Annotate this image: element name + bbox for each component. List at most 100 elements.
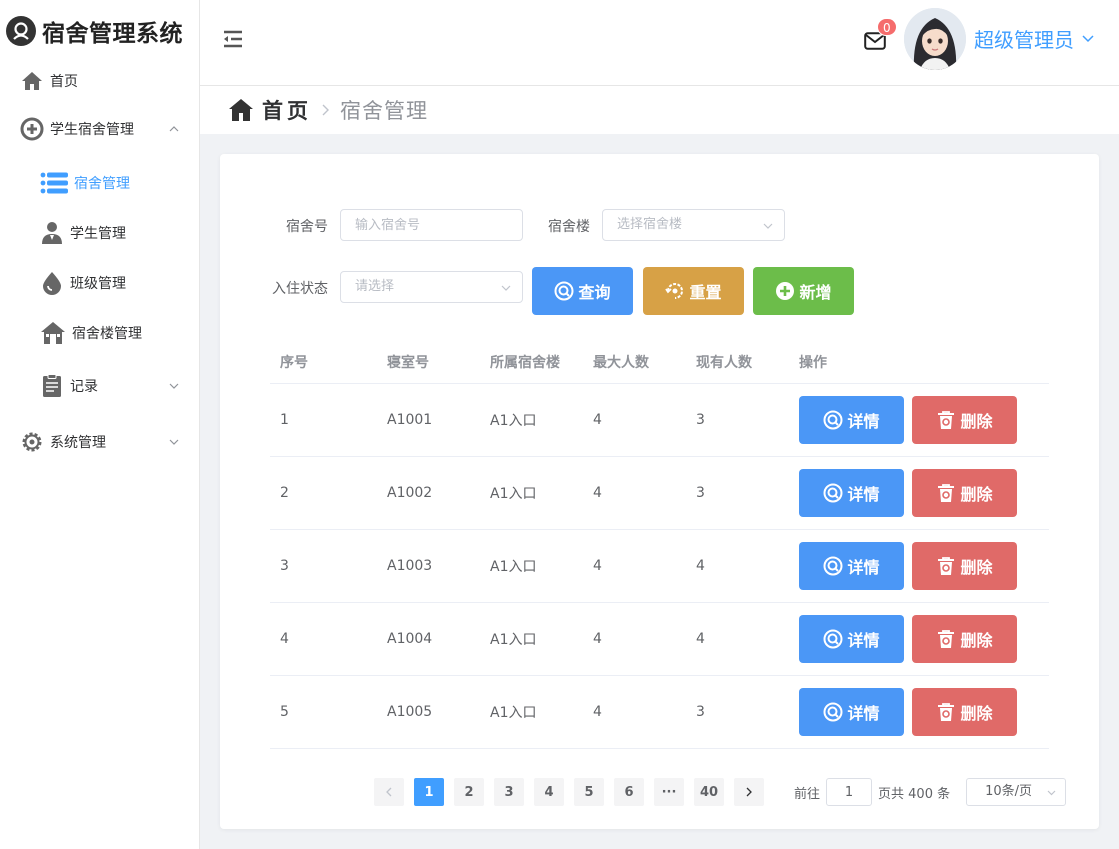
main-area: 宿舍号 宿舍楼 选择宿舍楼 入住状态 请选择 查询 重置 新增 序号 <box>200 134 1119 849</box>
cell-building: A1入口 <box>490 486 537 502</box>
page-button[interactable]: ··· <box>654 778 684 806</box>
plus-circle-icon <box>20 117 44 141</box>
page-button[interactable]: 1 <box>414 778 444 806</box>
search-icon <box>823 410 843 430</box>
sidebar-item-system[interactable]: 系统管理 <box>0 414 199 470</box>
cell-current: 4 <box>696 631 705 647</box>
cell-building: A1入口 <box>490 705 537 721</box>
prev-page-button[interactable] <box>374 778 404 806</box>
detail-button[interactable]: 详情 <box>799 615 904 663</box>
cell-index: 2 <box>280 485 289 501</box>
building-select[interactable]: 选择宿舍楼 <box>602 209 785 241</box>
detail-button[interactable]: 详情 <box>799 396 904 444</box>
cell-building: A1入口 <box>490 413 537 429</box>
search-icon <box>823 629 843 649</box>
document-icon <box>40 374 64 398</box>
sidebar-item-label: 学生宿舍管理 <box>50 122 134 138</box>
cell-room: A1001 <box>387 412 433 428</box>
trash-icon <box>938 630 955 648</box>
menu-fold-icon[interactable] <box>222 28 244 50</box>
dorm-table: 序号 寝室号 所属宿舍楼 最大人数 现有人数 操作 1 A1001 A1入口 4 3 详情… <box>270 340 1049 749</box>
cell-index: 1 <box>280 412 289 428</box>
page-button[interactable]: 2 <box>454 778 484 806</box>
total-text: 页共 400 条 <box>878 786 951 802</box>
delete-button[interactable]: 删除 <box>912 469 1017 517</box>
status-select[interactable]: 请选择 <box>340 271 523 303</box>
chevron-down-icon <box>169 383 179 389</box>
page-size-select[interactable]: 10条/页 <box>966 778 1067 806</box>
breadcrumb-home[interactable]: 首页 <box>262 95 312 125</box>
detail-button[interactable]: 详情 <box>799 542 904 590</box>
sidebar-item-dorm-management[interactable]: 宿舍管理 <box>0 158 199 208</box>
delete-button[interactable]: 删除 <box>912 396 1017 444</box>
goto-page-input[interactable] <box>826 778 873 806</box>
cell-room: A1003 <box>387 558 433 574</box>
detail-button[interactable]: 详情 <box>799 688 904 736</box>
detail-button-label: 详情 <box>847 704 880 723</box>
search-icon <box>823 556 843 576</box>
cell-current: 3 <box>696 704 705 720</box>
pagination: 123456 ··· 40 前往 页共 400 条 10条/页 <box>374 778 1067 806</box>
cell-current: 4 <box>696 558 705 574</box>
chevron-down-icon <box>1047 790 1056 796</box>
page-button[interactable]: 5 <box>574 778 604 806</box>
sidebar-item-label: 学生管理 <box>70 226 126 242</box>
delete-button[interactable]: 删除 <box>912 615 1017 663</box>
column-header: 寝室号 <box>387 354 429 371</box>
home-icon <box>229 99 253 121</box>
delete-button[interactable]: 删除 <box>912 542 1017 590</box>
cell-max: 4 <box>593 704 602 720</box>
breadcrumb-current: 宿舍管理 <box>340 99 428 123</box>
chevron-left-icon <box>386 787 392 797</box>
chevron-down-icon <box>763 223 773 229</box>
reset-button[interactable]: 重置 <box>643 267 744 315</box>
cell-max: 4 <box>593 412 602 428</box>
chevron-down-icon[interactable] <box>1081 31 1095 45</box>
column-header: 最大人数 <box>593 354 649 371</box>
detail-button[interactable]: 详情 <box>799 469 904 517</box>
sidebar-item-class-management[interactable]: 班级管理 <box>0 258 199 308</box>
search-icon <box>823 483 843 503</box>
chevron-down-icon <box>501 285 511 291</box>
username[interactable]: 超级管理员 <box>974 24 1074 53</box>
sidebar-item-records[interactable]: 记录 <box>0 358 199 414</box>
search-button[interactable]: 查询 <box>532 267 633 315</box>
user-icon <box>40 221 64 245</box>
top-header: 0 超级管理员 <box>200 0 1119 86</box>
cell-current: 3 <box>696 412 705 428</box>
avatar[interactable] <box>904 8 966 70</box>
delete-button[interactable]: 删除 <box>912 688 1017 736</box>
sidebar-item-student-management[interactable]: 学生管理 <box>0 208 199 258</box>
sidebar: 宿舍管理系统 首页 学生宿舍管理 宿舍管理 学生管理 班级管理 宿舍楼管理 记录… <box>0 0 200 849</box>
add-button[interactable]: 新增 <box>753 267 854 315</box>
page-button[interactable]: 40 <box>694 778 724 806</box>
gear-icon <box>20 430 44 454</box>
next-page-button[interactable] <box>734 778 764 806</box>
chevron-down-icon <box>169 439 179 445</box>
goto-label: 前往 <box>794 786 821 802</box>
sidebar-item-home[interactable]: 首页 <box>0 62 199 100</box>
cell-max: 4 <box>593 485 602 501</box>
cell-room: A1004 <box>387 631 433 647</box>
delete-button-label: 删除 <box>960 558 993 577</box>
content-card: 宿舍号 宿舍楼 选择宿舍楼 入住状态 请选择 查询 重置 新增 序号 <box>220 154 1099 829</box>
page-button[interactable]: 4 <box>534 778 564 806</box>
notification-badge: 0 <box>877 18 897 36</box>
room-input[interactable] <box>340 209 523 241</box>
table-row: 1 A1001 A1入口 4 3 详情 删除 <box>270 384 1049 457</box>
page-button[interactable]: 3 <box>494 778 524 806</box>
sidebar-item-label: 宿舍管理 <box>74 176 130 192</box>
cell-max: 4 <box>593 631 602 647</box>
search-button-label: 查询 <box>578 283 611 302</box>
sidebar-item-student-dorm[interactable]: 学生宿舍管理 <box>0 100 199 158</box>
status-label: 入住状态 <box>272 281 328 297</box>
cell-index: 5 <box>280 704 289 720</box>
column-header: 现有人数 <box>696 354 752 371</box>
detail-button-label: 详情 <box>847 485 880 504</box>
sidebar-item-label: 宿舍楼管理 <box>72 326 142 342</box>
detail-button-label: 详情 <box>847 631 880 650</box>
trash-icon <box>938 484 955 502</box>
page-button[interactable]: 6 <box>614 778 644 806</box>
sidebar-item-label: 系统管理 <box>50 435 106 451</box>
sidebar-item-building-management[interactable]: 宿舍楼管理 <box>0 308 199 358</box>
